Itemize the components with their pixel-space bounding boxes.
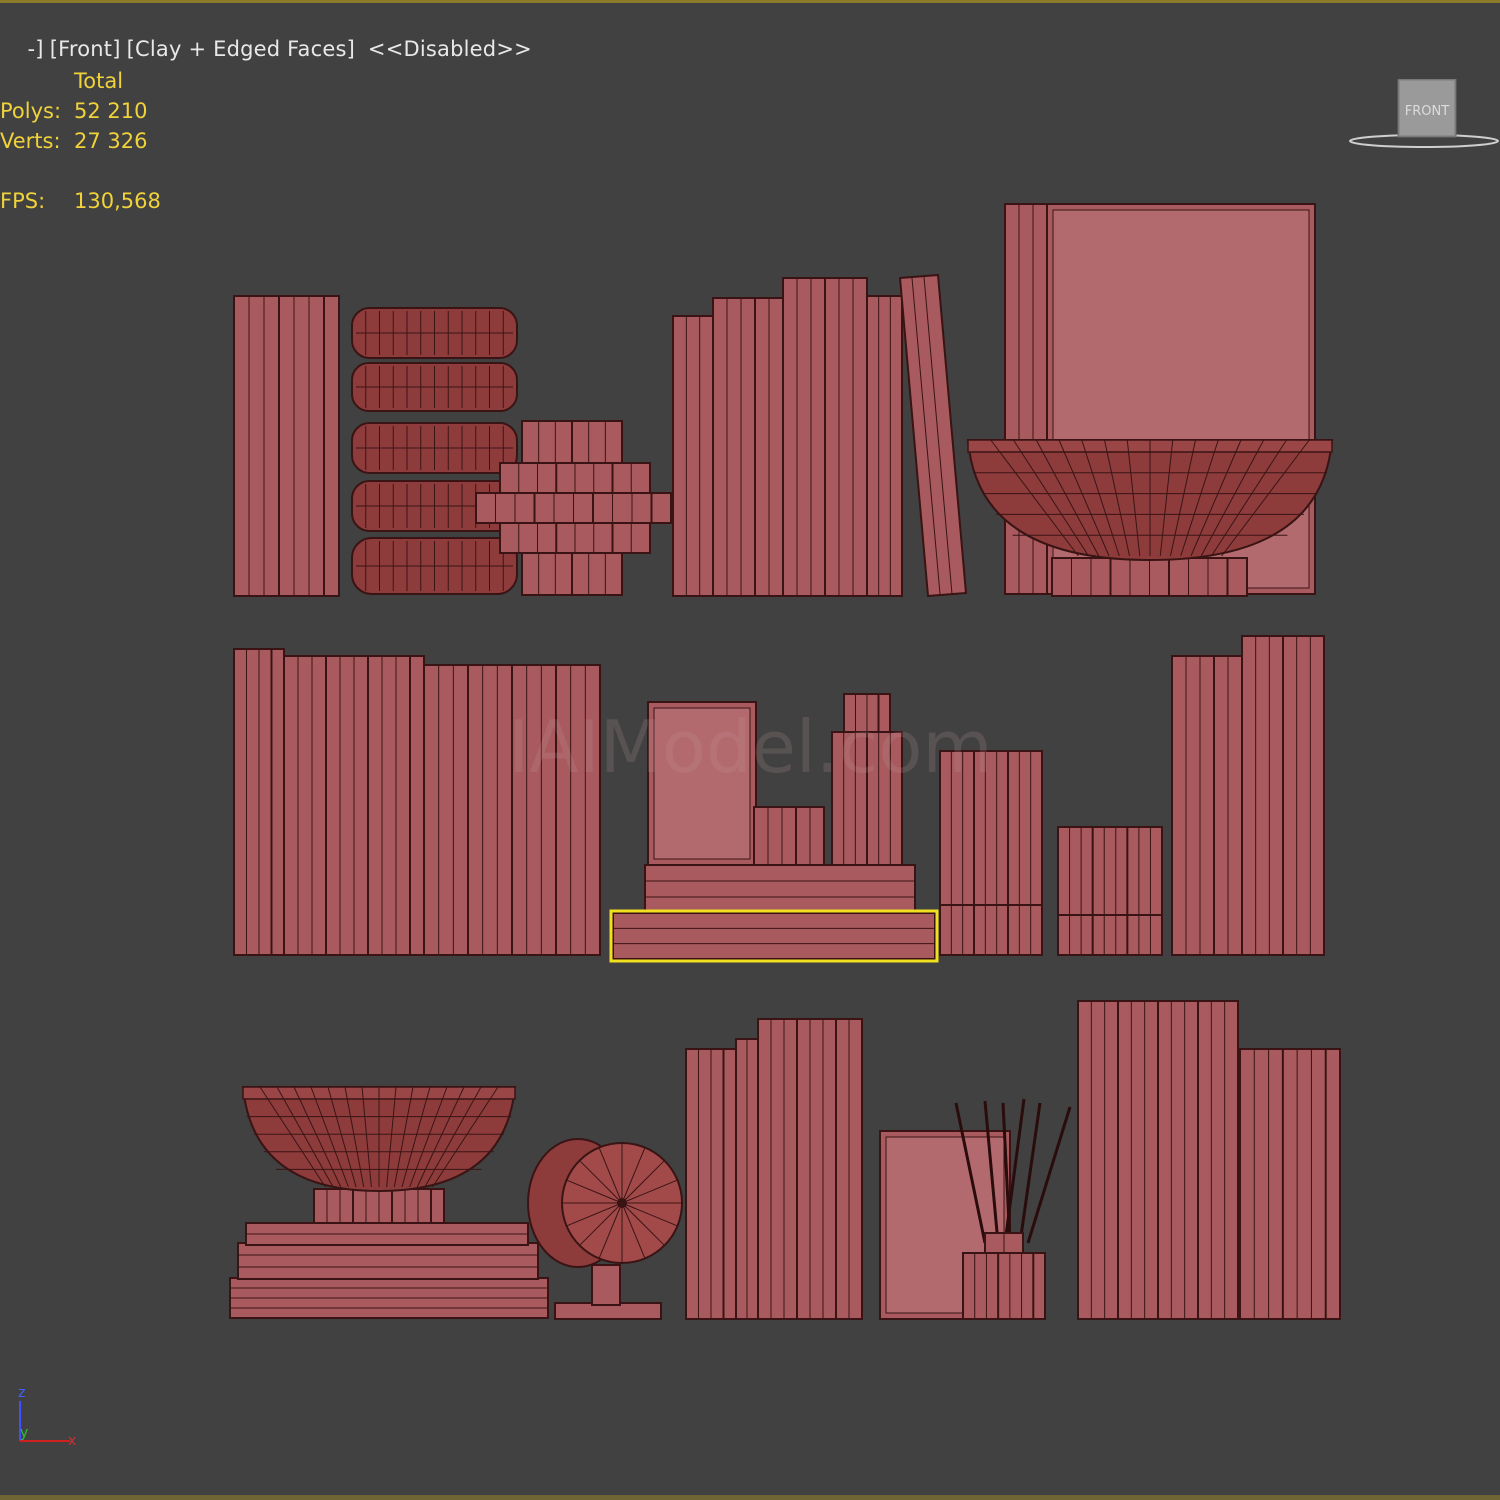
shelf3-clock-center[interactable]: [617, 1198, 627, 1208]
shelf2-candle-short[interactable]: [1057, 826, 1163, 956]
shelf1-book-2[interactable]: [712, 297, 784, 597]
axis-z-label: z: [18, 1385, 25, 1401]
shelf3-clock-stand[interactable]: [591, 1264, 621, 1306]
front-viewport[interactable]: -] [Front] [Clay + Edged Faces] <<Disabled…: [0, 0, 1500, 1500]
viewport-bottom-border: [0, 1495, 1500, 1500]
axis-x-label: x: [68, 1433, 76, 1449]
axis-tripod-icon: z y x: [18, 1385, 76, 1449]
shelf3-diffuser-reed-3[interactable]: [1018, 1102, 1042, 1244]
shelf1-book-4[interactable]: [866, 295, 903, 597]
shelf3-diffuser-reed-4[interactable]: [1026, 1106, 1072, 1244]
watermark: IAIModel.com: [508, 705, 993, 789]
shelf1-book-1[interactable]: [672, 315, 714, 597]
shelf2-book-stack-bottom-selected[interactable]: [612, 912, 936, 960]
shelf2-book-stack-top[interactable]: [644, 864, 916, 914]
shelf1-leaning-book[interactable]: [898, 273, 968, 598]
shelf2-book-5[interactable]: [1171, 655, 1243, 956]
shelf3-book-stack-middle[interactable]: [237, 1242, 539, 1280]
shelf2-small-box[interactable]: [753, 806, 825, 866]
axis-y-label: y: [20, 1425, 28, 1441]
